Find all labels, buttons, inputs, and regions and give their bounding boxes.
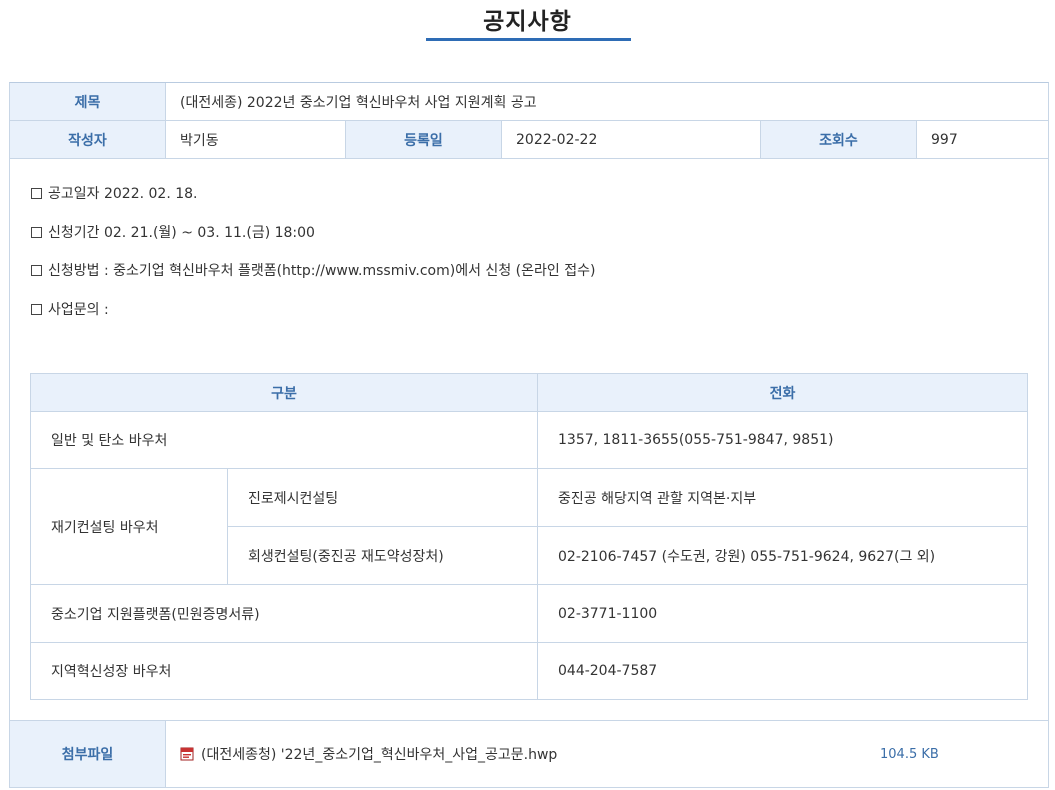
contact-table: 구분 전화 일반 및 탄소 바우처 1357, 1811-3655(055-75… bbox=[30, 373, 1028, 700]
checkbox-icon bbox=[31, 226, 42, 238]
content-text: 공고일자 2022. 02. 18. bbox=[48, 186, 198, 202]
page-title: 공지사항 bbox=[483, 9, 572, 35]
meta-row: 작성자 박기동 등록일 2022-02-22 조회수 997 bbox=[10, 121, 1048, 159]
table-row: 일반 및 탄소 바우처 1357, 1811-3655(055-751-9847… bbox=[31, 412, 1027, 469]
phone-cell: 02-3771-1100 bbox=[558, 605, 658, 622]
sub-category-cell: 회생컨설팅(중진공 재도약성장처) bbox=[248, 549, 444, 565]
content-text: 신청기간 02. 21.(월) ~ 03. 11.(금) 18:00 bbox=[48, 225, 315, 241]
category-cell: 재기컨설팅 바우처 bbox=[51, 519, 159, 536]
table-row: 중소기업 지원플랫폼(민원증명서류) 02-3771-1100 bbox=[31, 585, 1027, 643]
post-title: (대전세종) 2022년 중소기업 혁신바우처 사업 지원계획 공고 bbox=[165, 83, 1048, 120]
category-cell: 일반 및 탄소 바우처 bbox=[51, 433, 168, 449]
checkbox-icon bbox=[31, 264, 42, 276]
attachment-cell: (대전세종청) '22년_중소기업_혁신바우처_사업_공고문.hwp 104.5… bbox=[165, 721, 1048, 787]
views-label: 조회수 bbox=[760, 121, 916, 158]
attachment-row: 첨부파일 (대전세종청) '22년_중소기업_혁신바우처_사업_공고문.hwp … bbox=[10, 721, 1048, 787]
date-label: 등록일 bbox=[345, 121, 501, 158]
sub-row: 회생컨설팅(중진공 재도약성장처) bbox=[228, 527, 537, 585]
content-line: 공고일자 2022. 02. 18. bbox=[31, 183, 197, 203]
page-header: 공지사항 bbox=[0, 0, 1055, 42]
content-line: 신청방법 : 중소기업 혁신바우처 플랫폼(http://www.mssmiv.… bbox=[31, 260, 595, 280]
header-phone: 전화 bbox=[537, 374, 1027, 412]
phone-cell: 02-2106-7457 (수도권, 강원) 055-751-9624, 962… bbox=[558, 549, 936, 565]
sub-row: 진로제시컨설팅 bbox=[228, 469, 537, 527]
date-value: 2022-02-22 bbox=[501, 121, 760, 158]
contact-table-header: 구분 전화 bbox=[31, 374, 1027, 412]
phone-cell: 044-204-7587 bbox=[558, 663, 658, 679]
phone-cell: 중진공 해당지역 관할 지역본·지부 bbox=[558, 490, 757, 507]
category-cell: 중소기업 지원플랫폼(민원증명서류) bbox=[51, 606, 260, 623]
title-label: 제목 bbox=[10, 83, 165, 120]
sub-row: 02-2106-7457 (수도권, 강원) 055-751-9624, 962… bbox=[538, 527, 1027, 585]
sub-category-cell: 진로제시컨설팅 bbox=[248, 490, 339, 507]
post-content: 공고일자 2022. 02. 18. 신청기간 02. 21.(월) ~ 03.… bbox=[10, 160, 1048, 721]
attachment-label: 첨부파일 bbox=[10, 721, 165, 787]
attachment-file-link[interactable]: (대전세종청) '22년_중소기업_혁신바우처_사업_공고문.hwp bbox=[180, 744, 557, 764]
header-category: 구분 bbox=[271, 386, 297, 402]
content-line: 사업문의 : bbox=[31, 299, 109, 319]
hwp-file-icon bbox=[180, 747, 194, 761]
phone-cell: 1357, 1811-3655(055-751-9847, 9851) bbox=[558, 432, 834, 448]
author-value: 박기동 bbox=[165, 121, 345, 158]
content-text: 신청방법 : 중소기업 혁신바우처 플랫폼(http://www.mssmiv.… bbox=[48, 263, 596, 279]
attachment-file-name: (대전세종청) '22년_중소기업_혁신바우처_사업_공고문.hwp bbox=[201, 747, 558, 763]
checkbox-icon bbox=[31, 187, 42, 199]
attachment-file-size: 104.5 KB bbox=[880, 746, 939, 762]
views-value: 997 bbox=[916, 121, 1048, 158]
notice-board: 제목 (대전세종) 2022년 중소기업 혁신바우처 사업 지원계획 공고 작성… bbox=[9, 82, 1049, 788]
title-row: 제목 (대전세종) 2022년 중소기업 혁신바우처 사업 지원계획 공고 bbox=[10, 83, 1048, 121]
category-cell: 지역혁신성장 바우처 bbox=[51, 664, 172, 680]
table-row: 재기컨설팅 바우처 진로제시컨설팅 회생컨설팅(중진공 재도약성장처) 중진공 … bbox=[31, 469, 1027, 585]
title-underline bbox=[426, 38, 631, 41]
sub-row: 중진공 해당지역 관할 지역본·지부 bbox=[538, 469, 1027, 527]
content-text: 사업문의 : bbox=[48, 302, 109, 318]
content-line: 신청기간 02. 21.(월) ~ 03. 11.(금) 18:00 bbox=[31, 222, 315, 242]
table-row: 지역혁신성장 바우처 044-204-7587 bbox=[31, 643, 1027, 699]
checkbox-icon bbox=[31, 303, 42, 315]
author-label: 작성자 bbox=[10, 121, 165, 158]
